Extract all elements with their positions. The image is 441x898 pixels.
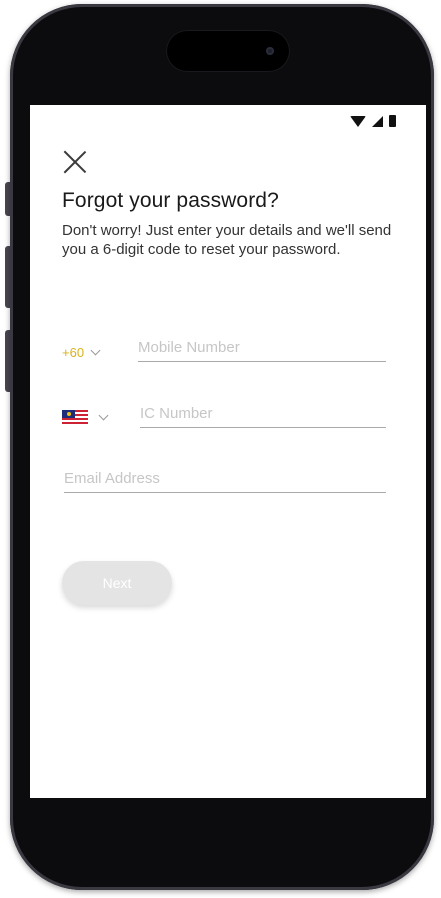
id-type-select[interactable] xyxy=(62,410,109,424)
chevron-down-icon xyxy=(90,345,101,356)
close-icon[interactable] xyxy=(62,149,88,175)
email-field xyxy=(64,464,386,493)
next-button[interactable]: Next xyxy=(62,561,172,605)
battery-icon xyxy=(389,115,396,127)
mobile-number-field xyxy=(138,333,386,362)
status-bar xyxy=(350,113,396,129)
device-mockup: Forgot your password? Don't worry! Just … xyxy=(0,0,441,898)
ic-number-input[interactable] xyxy=(140,399,386,427)
chevron-down-icon xyxy=(98,410,109,420)
front-camera-icon xyxy=(266,47,274,55)
email-input[interactable] xyxy=(64,464,386,492)
wifi-icon xyxy=(350,115,366,127)
country-code-select[interactable]: +60 xyxy=(62,345,101,360)
ic-number-field xyxy=(140,399,386,428)
app-screen: Forgot your password? Don't worry! Just … xyxy=(30,105,426,798)
mobile-number-input[interactable] xyxy=(138,333,386,361)
signal-icon xyxy=(372,115,383,127)
malaysia-flag-icon xyxy=(62,410,88,424)
country-code-value: +60 xyxy=(62,345,85,360)
page-title: Forgot your password? xyxy=(62,189,279,212)
page-subtitle: Don't worry! Just enter your details and… xyxy=(62,222,392,258)
